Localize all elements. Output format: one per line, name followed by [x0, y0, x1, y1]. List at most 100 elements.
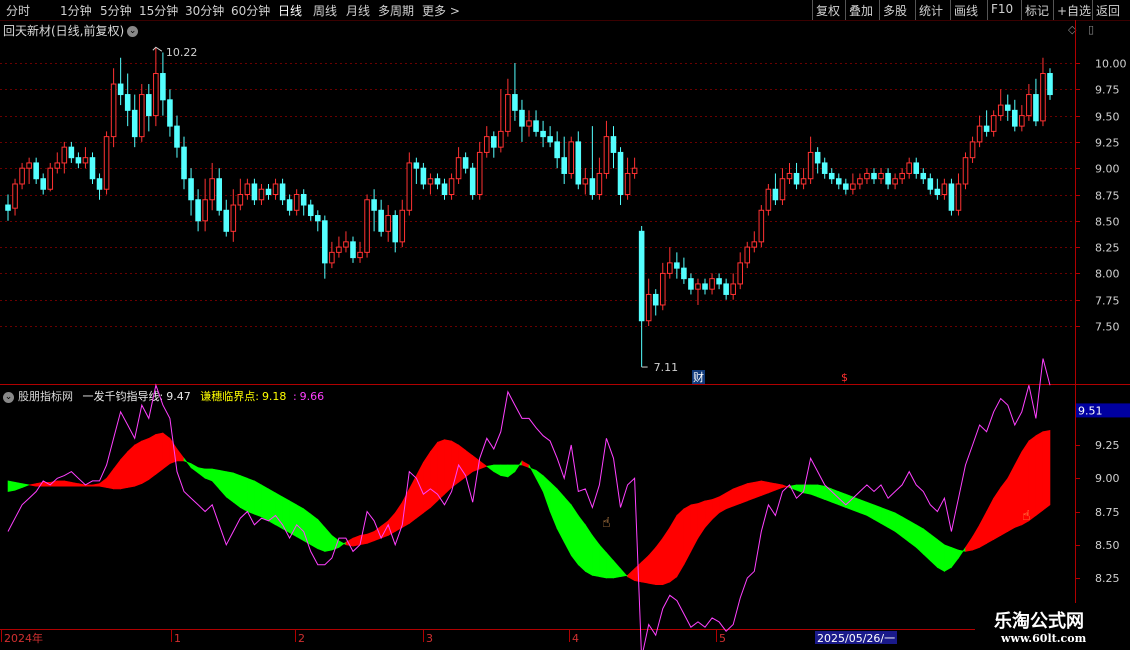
candle-body [561, 157, 567, 174]
candle-body [153, 73, 159, 117]
band-segment [310, 513, 319, 550]
candle-body [476, 151, 483, 195]
band-segment [732, 485, 741, 507]
candle-body [730, 283, 736, 295]
period-0[interactable]: 分时 [6, 2, 30, 19]
period-2[interactable]: 5分钟 [100, 2, 132, 19]
candle-body [82, 157, 89, 164]
band-segment [676, 508, 685, 578]
action-0[interactable]: 复权 [816, 2, 840, 19]
candle-body [40, 178, 46, 190]
candle-body [300, 194, 307, 206]
band-segment [718, 492, 727, 514]
candle-body [462, 157, 469, 169]
band-segment [761, 480, 769, 496]
candle-body [195, 199, 201, 222]
action-2[interactable]: 多股 [883, 2, 907, 19]
candle-body [512, 94, 518, 111]
candle-body [378, 209, 384, 232]
action-4[interactable]: 画线 [954, 2, 978, 19]
candle-body [695, 283, 701, 290]
indicator-y-tick-label: 8.25 [1095, 572, 1120, 585]
candle-body [878, 172, 884, 180]
band-segment [563, 496, 572, 556]
band-segment [261, 484, 269, 522]
action-3[interactable]: 统计 [919, 2, 943, 19]
band-segment [458, 444, 466, 483]
band-segment [303, 508, 312, 546]
period-8[interactable]: 月线 [346, 2, 370, 19]
period-6[interactable]: 日线 [278, 2, 302, 19]
candle-body [631, 167, 638, 174]
band-segment [155, 432, 164, 475]
band-segment [56, 480, 65, 487]
candle-body [202, 199, 208, 222]
candle-body [96, 178, 103, 190]
period-9[interactable]: 多周期 [378, 2, 414, 19]
band-segment [190, 463, 199, 474]
band-segment [753, 480, 762, 499]
candle-body [68, 146, 75, 159]
period-3[interactable]: 15分钟 [139, 2, 178, 19]
band-segment [430, 441, 438, 509]
action-5[interactable]: F10 [991, 2, 1013, 16]
candle-body [709, 278, 715, 290]
indicator-y-tick-label: 9.00 [1095, 472, 1120, 485]
candle-body [659, 272, 666, 306]
period-1[interactable]: 1分钟 [60, 2, 92, 19]
low-price-label: 7.11 [654, 361, 679, 374]
stock-chart[interactable]: 10.00 9.75 9.50 9.25 9.00 8.75 8.50 8.25 8.00 7.7… [0, 20, 1130, 650]
candle-body [343, 241, 349, 248]
candle-body [638, 230, 645, 322]
toolbar-divider [879, 0, 880, 20]
time-label: 5 [719, 632, 726, 645]
high-arrow [152, 46, 163, 52]
period-7[interactable]: 周线 [313, 2, 337, 19]
purple-line [7, 358, 1051, 650]
candle-body [828, 172, 835, 180]
candle-body [744, 246, 751, 264]
candle-body [505, 94, 511, 132]
candle-body [906, 162, 912, 174]
candle-body [103, 136, 110, 190]
candle-body [223, 209, 230, 232]
period-10[interactable]: 更多 > [422, 2, 460, 19]
band-segment [894, 512, 903, 538]
candle-body [723, 283, 729, 295]
period-4[interactable]: 30分钟 [185, 2, 224, 19]
band-segment [387, 512, 396, 536]
candle-body [1040, 73, 1046, 122]
band-segment [697, 500, 706, 540]
candle-body [1004, 104, 1011, 111]
action-8[interactable]: 返回 [1096, 2, 1120, 19]
action-7[interactable]: +自选 [1057, 2, 1091, 19]
candle-body [850, 183, 856, 190]
band-segment [606, 551, 614, 579]
candle-body [1019, 115, 1025, 127]
band-segment [324, 526, 333, 552]
candle-body [350, 241, 356, 259]
time-label: 1 [174, 632, 181, 645]
candle-body [385, 215, 391, 232]
candle-body [181, 146, 187, 180]
candle-body [26, 162, 32, 169]
period-5[interactable]: 60分钟 [231, 2, 270, 19]
band-segment [690, 503, 699, 552]
candle-body [434, 178, 441, 185]
event-marker: $ [841, 371, 848, 384]
candle-body [758, 209, 765, 243]
toolbar-divider [915, 0, 916, 20]
candle-body [448, 178, 455, 196]
candle-body [1047, 73, 1053, 96]
action-6[interactable]: 标记 [1025, 2, 1049, 19]
time-label: 2 [298, 632, 305, 645]
period-toolbar: 分时 1分钟 5分钟 15分钟 30分钟 60分钟 日线 周线 月线 多周期 更多 > 复权 叠加 多股统… [0, 0, 1130, 21]
hand-cursor-icon: ☝ [1022, 508, 1031, 524]
candle-body [406, 162, 413, 211]
band-segment [873, 504, 882, 524]
action-1[interactable]: 叠加 [849, 2, 873, 19]
band-segment [901, 516, 910, 543]
high-price-label: 10.22 [166, 46, 198, 59]
toolbar-divider [950, 0, 951, 20]
candle-body [934, 188, 941, 196]
